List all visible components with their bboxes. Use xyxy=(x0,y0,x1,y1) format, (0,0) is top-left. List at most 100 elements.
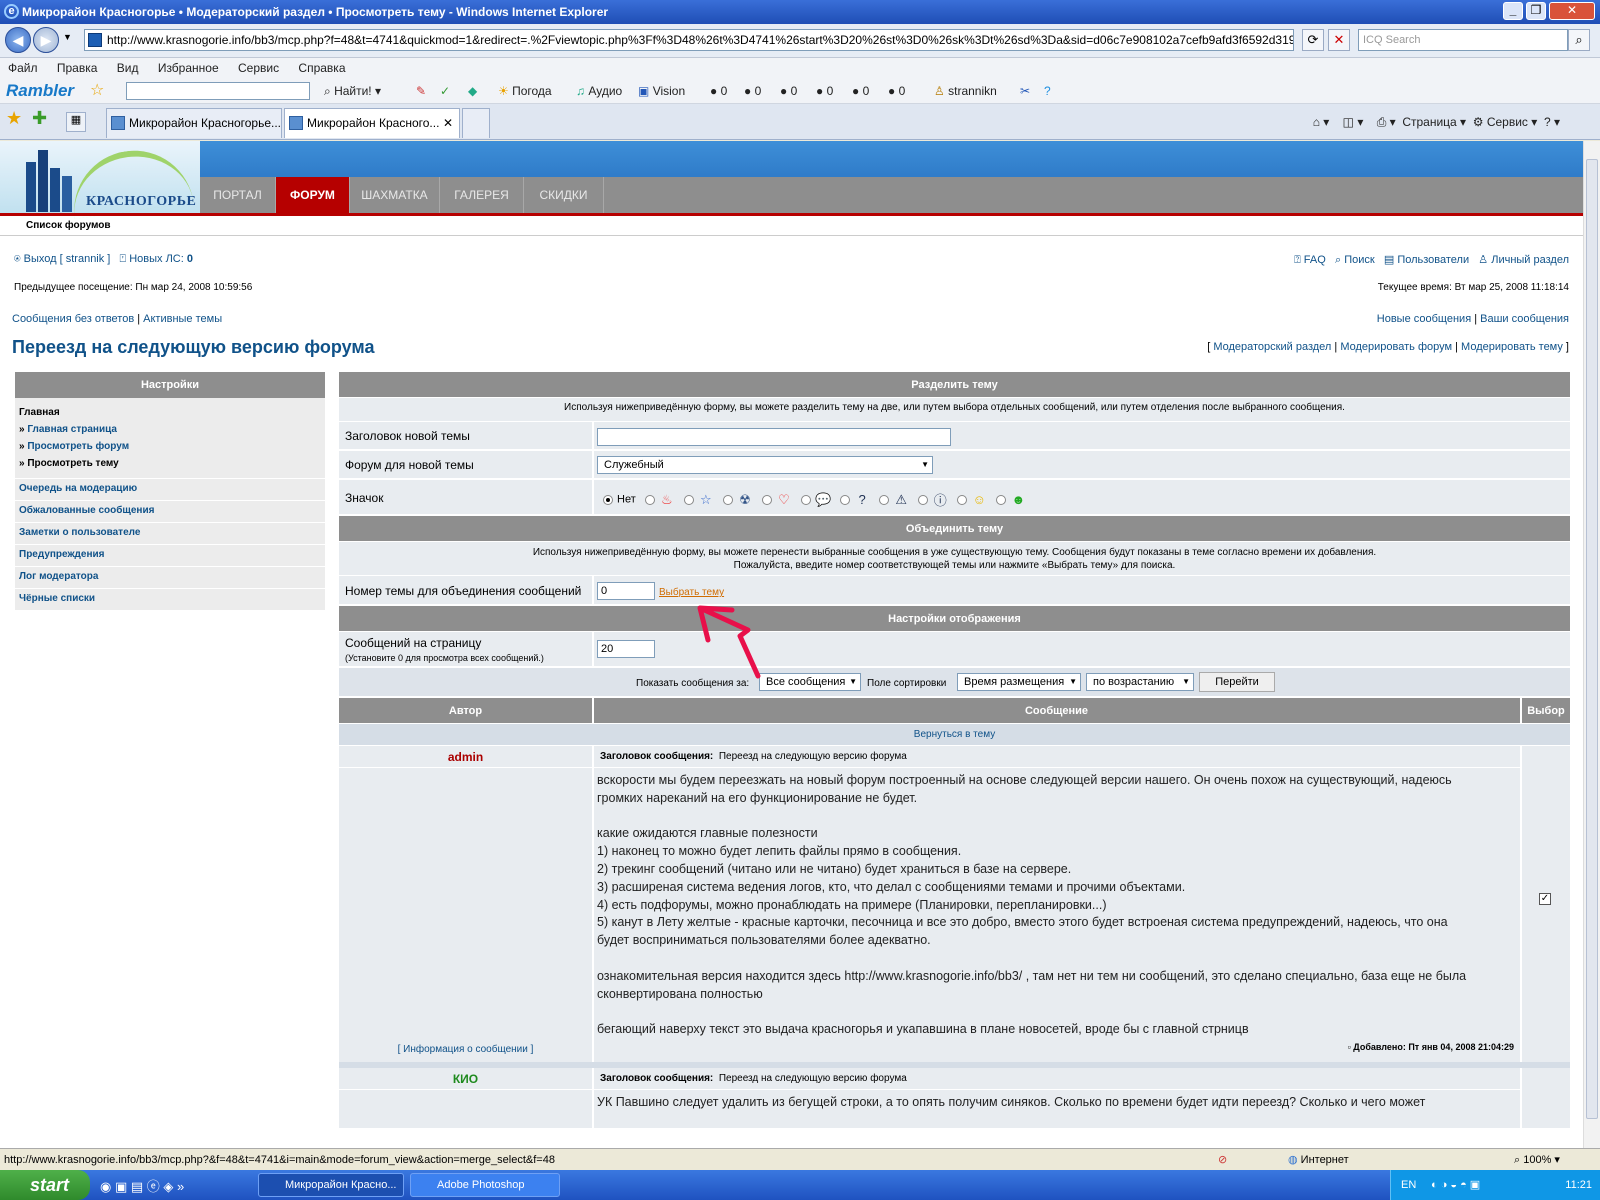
split-new-title-input[interactable] xyxy=(597,428,951,446)
menu-help[interactable]: Справка xyxy=(298,61,345,75)
icon-radio-warning[interactable] xyxy=(879,494,890,505)
left-sub-view-topic[interactable]: » Просмотреть тему xyxy=(19,455,321,472)
merge-topic-input[interactable]: 0 xyxy=(597,582,655,600)
vision-button[interactable]: ▣ Vision xyxy=(638,78,685,104)
tab-2-active[interactable]: Микрорайон Красного... ✕ xyxy=(284,108,460,138)
weather-button[interactable]: ☀ Погода xyxy=(498,78,552,104)
rambler-logo[interactable]: Rambler xyxy=(6,78,74,104)
icon-radio-none[interactable] xyxy=(603,494,613,505)
post-select-checkbox[interactable]: ✓ xyxy=(1539,893,1551,905)
counter-2[interactable]: ● 0 xyxy=(780,78,797,104)
ucp-link[interactable]: ♙ Личный раздел xyxy=(1478,254,1569,266)
feeds-icon[interactable]: ◫ ▾ xyxy=(1343,115,1364,129)
sort-order-select[interactable]: по возрастанию xyxy=(1086,673,1194,691)
icon-radio-info[interactable] xyxy=(918,494,929,505)
counter-mail[interactable]: ● 0 xyxy=(710,78,727,104)
address-bar[interactable]: http://www.krasnogorie.info/bb3/mcp.php?… xyxy=(84,29,1294,51)
left-sub-home[interactable]: » Главная страница xyxy=(19,421,321,438)
stop-icon[interactable]: ✕ xyxy=(1328,29,1350,51)
icon-radio-smile[interactable] xyxy=(957,494,968,505)
nav-chess[interactable]: ШАХМАТКА xyxy=(350,177,440,213)
show-select[interactable]: Все сообщения xyxy=(759,673,861,691)
home-icon[interactable]: ⌂ ▾ xyxy=(1313,115,1330,129)
search-icon[interactable]: ⌕ xyxy=(1568,29,1590,51)
popup-blocker-icon[interactable]: ⊘ xyxy=(1218,1149,1227,1171)
menu-tools[interactable]: Сервис xyxy=(238,61,279,75)
new-tab-button[interactable] xyxy=(462,108,490,138)
sort-field-select[interactable]: Время размещения xyxy=(957,673,1081,691)
site-logo[interactable]: КРАСНОГОРЬЕ xyxy=(0,141,200,220)
left-item-reports[interactable]: Обжалованные сообщения xyxy=(15,501,325,523)
mcp-link[interactable]: Модераторский раздел xyxy=(1213,341,1331,353)
favorites-star-icon[interactable]: ★ xyxy=(6,108,22,129)
counter-1[interactable]: ● 0 xyxy=(744,78,761,104)
icon-radio-grin[interactable] xyxy=(996,494,1007,505)
icon-radio-speech[interactable] xyxy=(801,494,812,505)
post-info-link[interactable]: [ Информация о сообщении ] xyxy=(339,1044,592,1055)
icon-radio-radioactive[interactable] xyxy=(722,494,733,505)
icon-radio-fire[interactable] xyxy=(644,494,655,505)
left-sub-view-forum[interactable]: » Просмотреть форум xyxy=(19,438,321,455)
menu-favorites[interactable]: Избранное xyxy=(158,61,219,75)
per-page-input[interactable]: 20 xyxy=(597,640,655,658)
left-item-logs[interactable]: Лог модератора xyxy=(15,567,325,589)
tools-menu[interactable]: ⚙ Сервис ▾ xyxy=(1473,115,1538,129)
go-button[interactable]: Перейти xyxy=(1199,672,1275,692)
pencil-icon[interactable]: ✎ xyxy=(416,78,426,104)
quick-launch-icons[interactable]: ◉ ▣ ▤ ⓔ ◈ » xyxy=(100,1176,184,1195)
split-forum-select[interactable]: Служебный xyxy=(597,456,933,474)
pm-link[interactable]: ⍞ Новых ЛС: 0 xyxy=(120,253,193,265)
language-indicator[interactable]: EN xyxy=(1401,1170,1416,1200)
nav-portal[interactable]: ПОРТАЛ xyxy=(200,177,276,213)
start-button[interactable]: start xyxy=(0,1170,90,1200)
vertical-scrollbar[interactable] xyxy=(1583,141,1600,1148)
your-posts-link[interactable]: Ваши сообщения xyxy=(1480,313,1569,325)
help-menu-icon[interactable]: ? ▾ xyxy=(1544,115,1560,129)
icon-radio-question[interactable] xyxy=(840,494,851,505)
page-menu[interactable]: Страница ▾ xyxy=(1402,115,1466,129)
active-topics-link[interactable]: Активные темы xyxy=(143,313,222,325)
print-icon[interactable]: ⎙ ▾ xyxy=(1377,115,1396,129)
mod-topic-link[interactable]: Модерировать тему xyxy=(1461,341,1563,353)
counter-3[interactable]: ● 0 xyxy=(816,78,833,104)
post-author[interactable]: КИО xyxy=(339,1068,592,1090)
unanswered-link[interactable]: Сообщения без ответов xyxy=(12,313,134,325)
rambler-find-button[interactable]: ⌕ Найти! ▾ xyxy=(324,78,381,104)
forward-button[interactable]: ▶ xyxy=(33,27,59,53)
back-to-topic-link[interactable]: Вернуться в тему xyxy=(914,729,995,740)
search-link[interactable]: ⌕ Поиск xyxy=(1335,254,1375,266)
tab-1[interactable]: Микрорайон Красногорье... xyxy=(106,108,282,138)
zoom-level[interactable]: ⌕ 100% ▾ xyxy=(1514,1149,1560,1171)
faq-link[interactable]: ⍰ FAQ xyxy=(1294,254,1326,266)
task-ie[interactable]: Микрорайон Красно... xyxy=(258,1173,404,1197)
settings-icon[interactable]: ✂ xyxy=(1020,78,1030,104)
refresh-icon[interactable]: ⟳ xyxy=(1302,29,1324,51)
history-dropdown-icon[interactable]: ▼ xyxy=(63,32,72,42)
post-author[interactable]: admin xyxy=(339,746,592,768)
star-icon[interactable]: ☆ xyxy=(90,78,104,104)
left-item-bans[interactable]: Чёрные списки xyxy=(15,589,325,611)
menu-view[interactable]: Вид xyxy=(117,61,139,75)
logout-link[interactable]: ⍟ Выход [ strannik ] xyxy=(14,253,110,265)
spellcheck-icon[interactable]: ✓ xyxy=(440,78,450,104)
mod-forum-link[interactable]: Модерировать форум xyxy=(1340,341,1452,353)
breadcrumb-forum-list[interactable]: Список форумов xyxy=(26,220,111,231)
back-button[interactable]: ◀ xyxy=(5,27,31,53)
help-icon[interactable]: ? xyxy=(1044,78,1051,104)
nav-forum[interactable]: ФОРУМ xyxy=(276,177,350,213)
task-photoshop[interactable]: Adobe Photoshop xyxy=(410,1173,560,1197)
maximize-button[interactable]: ❐ xyxy=(1526,2,1546,20)
menu-file[interactable]: Файл xyxy=(8,61,38,75)
nav-discounts[interactable]: СКИДКИ xyxy=(524,177,604,213)
left-item-notes[interactable]: Заметки о пользователе xyxy=(15,523,325,545)
minimize-button[interactable]: _ xyxy=(1503,2,1523,20)
counter-4[interactable]: ● 0 xyxy=(852,78,869,104)
icon-radio-heart[interactable] xyxy=(761,494,772,505)
user-button[interactable]: ♙ strannikn xyxy=(934,78,997,104)
icon-radio-star[interactable] xyxy=(683,494,694,505)
close-button[interactable]: ✕ xyxy=(1549,2,1595,20)
left-item-warnings[interactable]: Предупреждения xyxy=(15,545,325,567)
menu-edit[interactable]: Правка xyxy=(57,61,98,75)
left-item-queue[interactable]: Очередь на модерацию xyxy=(15,479,325,501)
quick-tabs-icon[interactable]: ▦ xyxy=(66,112,86,132)
